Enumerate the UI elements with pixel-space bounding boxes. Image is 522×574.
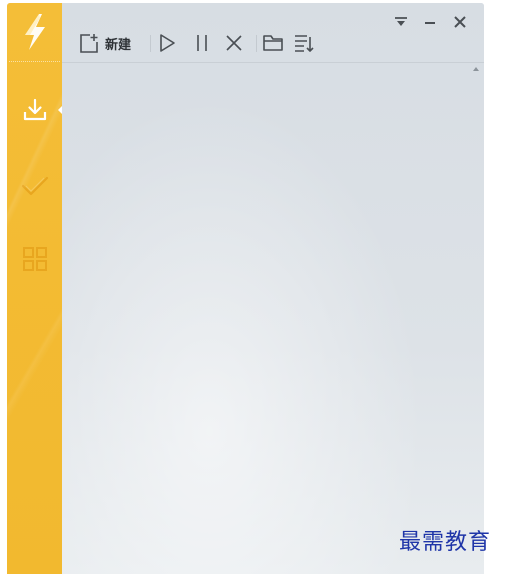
list-sort-icon bbox=[295, 35, 314, 52]
download-icon bbox=[23, 98, 46, 121]
new-task-button[interactable]: 新建 bbox=[78, 31, 131, 55]
scroll-up-arrow-icon[interactable] bbox=[473, 67, 479, 71]
start-button[interactable] bbox=[157, 31, 177, 55]
dropdown-menu-icon bbox=[395, 17, 407, 26]
folder-icon bbox=[263, 35, 283, 51]
open-folder-button[interactable] bbox=[262, 31, 284, 55]
app-logo bbox=[7, 3, 62, 61]
main-content: 新建 bbox=[62, 3, 484, 574]
sidebar-item-downloading[interactable] bbox=[7, 88, 63, 132]
check-icon bbox=[21, 176, 48, 196]
new-file-icon bbox=[80, 34, 98, 53]
grid-icon bbox=[22, 247, 47, 271]
close-x-icon bbox=[226, 35, 242, 51]
sort-list-button[interactable] bbox=[293, 31, 315, 55]
watermark-text: 最需教育 bbox=[399, 530, 492, 555]
pause-icon bbox=[197, 35, 207, 51]
new-task-label: 新建 bbox=[105, 37, 132, 53]
close-icon bbox=[454, 16, 466, 28]
play-icon bbox=[160, 34, 175, 52]
toolbar-separator bbox=[150, 35, 151, 52]
pause-button[interactable] bbox=[192, 31, 212, 55]
sidebar-item-apps[interactable] bbox=[7, 237, 62, 281]
toolbar-separator bbox=[256, 35, 257, 52]
menu-dropdown-button[interactable] bbox=[392, 13, 410, 31]
delete-button[interactable] bbox=[224, 31, 244, 55]
lightning-logo-icon bbox=[24, 14, 45, 50]
sidebar-item-completed[interactable] bbox=[7, 164, 62, 208]
logo-separator bbox=[9, 61, 60, 62]
minimize-icon bbox=[425, 22, 435, 24]
sidebar bbox=[7, 3, 63, 574]
toolbar: 新建 bbox=[62, 3, 484, 63]
minimize-button[interactable] bbox=[421, 13, 439, 31]
app-window: 新建 bbox=[7, 3, 484, 574]
close-window-button[interactable] bbox=[451, 13, 469, 31]
